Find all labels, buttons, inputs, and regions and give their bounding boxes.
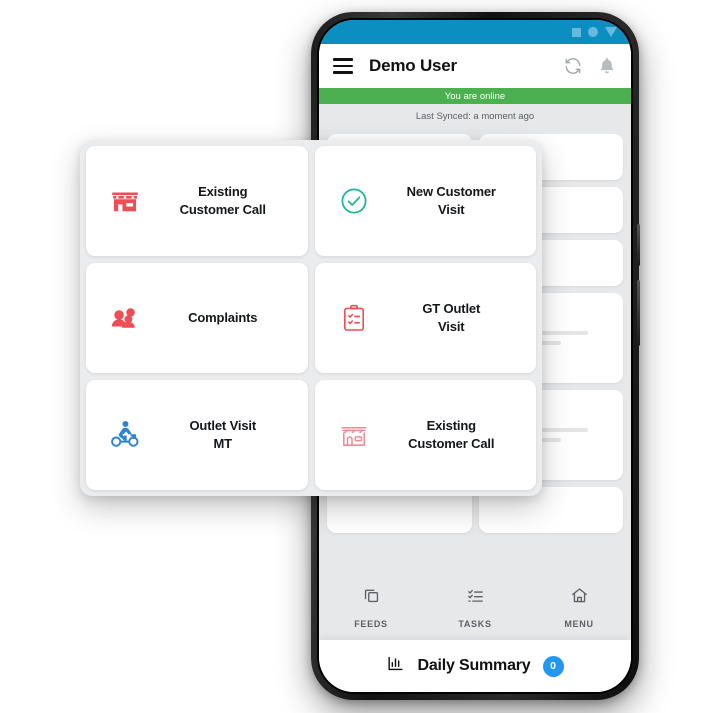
last-synced-text: Last Synced: a moment ago bbox=[319, 104, 631, 128]
daily-summary-badge: 0 bbox=[542, 655, 564, 677]
app-bar-actions bbox=[563, 56, 617, 76]
triangle-indicator-icon bbox=[605, 27, 617, 37]
nav-label-menu: MENU bbox=[564, 618, 594, 629]
tile-label: Complaints bbox=[188, 310, 258, 326]
home-icon bbox=[570, 586, 589, 610]
tile-label: New Customer Visit bbox=[406, 184, 496, 217]
nav-label-tasks: TASKS bbox=[458, 618, 492, 629]
action-tiles-overlay: Existing Customer Call New Customer Visi… bbox=[80, 140, 542, 496]
tile-outlet-visit-mt[interactable]: Outlet Visit MT bbox=[86, 380, 308, 490]
app-bar: Demo User bbox=[319, 44, 631, 88]
nav-label-feeds: FEEDS bbox=[354, 618, 388, 629]
tile-new-customer-visit[interactable]: New Customer Visit bbox=[314, 146, 536, 256]
sync-refresh-icon[interactable] bbox=[563, 56, 583, 76]
phone-volume-button bbox=[637, 224, 640, 266]
tile-existing-customer-call[interactable]: Existing Customer Call bbox=[86, 146, 308, 256]
store-front-outline-icon bbox=[325, 412, 383, 458]
page-title: Demo User bbox=[369, 56, 457, 75]
nav-item-feeds[interactable]: FEEDS bbox=[331, 586, 411, 629]
nav-item-menu[interactable]: MENU bbox=[539, 586, 619, 629]
tile-label: Existing Customer Call bbox=[179, 184, 266, 217]
online-status-bar: You are online bbox=[319, 88, 631, 104]
daily-summary-bar[interactable]: Daily Summary 0 bbox=[319, 640, 631, 692]
hamburger-menu-icon[interactable] bbox=[333, 58, 353, 74]
tile-label: Outlet Visit MT bbox=[189, 418, 257, 451]
bell-icon[interactable] bbox=[597, 56, 617, 76]
nav-item-tasks[interactable]: TASKS bbox=[435, 586, 515, 629]
tile-gt-outlet-visit[interactable]: GT Outlet Visit bbox=[314, 263, 536, 373]
scooter-rider-icon bbox=[96, 412, 154, 458]
square-indicator-icon bbox=[572, 27, 581, 37]
tile-label: Existing Customer Call bbox=[408, 418, 495, 451]
bottom-navigation-bar: FEEDS TASKS MENU bbox=[319, 570, 631, 640]
check-circle-outline-icon bbox=[325, 178, 383, 224]
task-checklist-icon bbox=[466, 586, 485, 610]
tile-complaints[interactable]: Complaints bbox=[86, 263, 308, 373]
circle-indicator-icon bbox=[588, 27, 598, 37]
copy-pages-icon bbox=[362, 586, 381, 610]
tile-label: GT Outlet Visit bbox=[422, 301, 481, 334]
bar-chart-icon bbox=[386, 654, 405, 678]
screenshot-stage: Demo User You are online Last Synced: a … bbox=[0, 0, 724, 713]
store-front-solid-icon bbox=[96, 178, 154, 224]
tile-existing-customer-call-outline[interactable]: Existing Customer Call bbox=[314, 380, 536, 490]
daily-summary-title: Daily Summary bbox=[417, 657, 531, 674]
clipboard-checklist-icon bbox=[325, 295, 383, 341]
people-group-icon bbox=[96, 295, 154, 341]
status-bar bbox=[319, 20, 631, 44]
phone-power-button bbox=[637, 280, 640, 346]
